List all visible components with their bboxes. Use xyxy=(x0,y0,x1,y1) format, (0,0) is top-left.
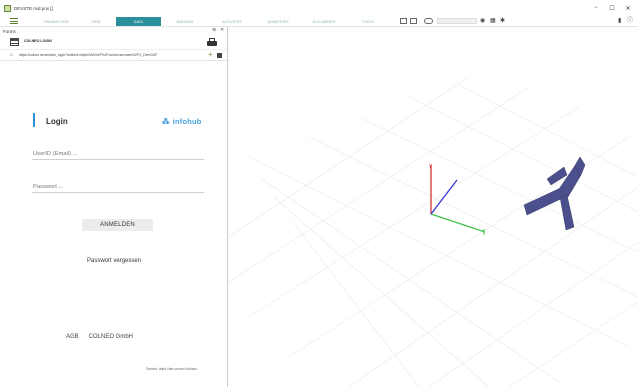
app-icon xyxy=(4,4,11,12)
infohub-logo-icon: ⁂ xyxy=(162,117,170,126)
tab-documents[interactable]: DOCUMENTS xyxy=(302,17,346,26)
url-bar: ⌂ https://colneo.services/ix_login?redir… xyxy=(0,50,227,61)
toolbar-input[interactable] xyxy=(437,18,477,24)
company-link[interactable]: COLNEO GmbH xyxy=(89,334,133,340)
grid-icon[interactable] xyxy=(400,18,407,24)
info-icon[interactable]: ⓘ xyxy=(627,17,633,26)
pin-icon[interactable]: ⊕ xyxy=(212,27,216,33)
panel-icon[interactable]: ▮ xyxy=(618,17,621,26)
axis-y-label: y xyxy=(429,163,432,169)
maximize-button[interactable]: ☐ xyxy=(604,0,620,16)
password-underline xyxy=(32,192,204,193)
forms-panel: Forms ⊕ ✕ COLNEO LOGIN ⌂ https://colneo.… xyxy=(0,27,228,387)
monitor-icon[interactable] xyxy=(410,18,417,24)
ribbon-toolbar: TRANSACTION VIEW DATA BUILDING ACTIVITIE… xyxy=(0,16,638,27)
tab-tools[interactable]: TOOLS xyxy=(348,17,388,26)
footer-links: AGB COLNEO GmbH xyxy=(66,334,133,340)
title-bar: DEVSTE mid.pos [] xyxy=(0,0,638,16)
login-accent-bar xyxy=(33,113,35,127)
add-icon[interactable]: + xyxy=(208,50,213,60)
layers-icon[interactable]: ▦ xyxy=(490,17,496,26)
axis-x xyxy=(430,213,486,233)
tab-building[interactable]: BUILDING xyxy=(163,17,207,26)
tab-transaction[interactable]: TRANSACTION xyxy=(36,17,76,26)
menu-icon[interactable] xyxy=(10,18,18,24)
infohub-logo-text: infohub xyxy=(172,117,202,126)
3d-viewport[interactable]: y xyxy=(229,27,638,387)
tab-activities[interactable]: ACTIVITIES xyxy=(210,17,254,26)
tab-quantities[interactable]: QUANTITIES xyxy=(256,17,300,26)
userid-input[interactable]: UserID (Email) ... xyxy=(33,151,77,157)
form-name: COLNEO LOGIN xyxy=(24,39,52,43)
agb-link[interactable]: AGB xyxy=(66,334,79,340)
form-icon xyxy=(10,38,19,46)
printer-icon[interactable] xyxy=(207,38,217,46)
ground-grid xyxy=(229,76,638,387)
minimize-button[interactable]: − xyxy=(588,0,604,16)
userid-underline xyxy=(32,159,204,160)
eye-icon[interactable]: ◉ xyxy=(480,17,485,26)
tab-view[interactable]: VIEW xyxy=(78,17,114,26)
save-icon[interactable] xyxy=(217,53,222,58)
panel-close-icon[interactable]: ✕ xyxy=(220,27,224,33)
password-input[interactable]: Passwort ... xyxy=(33,184,63,190)
panel-header: Forms ⊕ ✕ xyxy=(0,27,227,35)
login-title: Login xyxy=(46,117,68,126)
form-selector[interactable]: COLNEO LOGIN xyxy=(0,35,227,50)
service-url: Service: https://dev.colneo.info/iam xyxy=(146,367,197,371)
close-button[interactable]: ✕ xyxy=(620,0,636,16)
tab-data[interactable]: DATA xyxy=(116,17,161,26)
home-icon[interactable]: ⌂ xyxy=(10,52,13,58)
forgot-password-link[interactable]: Passwort vergessen xyxy=(87,258,141,264)
axis-z xyxy=(430,179,458,215)
infohub-logo: ⁂ infohub xyxy=(162,117,202,126)
url-text[interactable]: https://colneo.services/ix_login?redirec… xyxy=(19,53,187,57)
view-icon[interactable] xyxy=(424,18,433,24)
login-button[interactable]: ANMELDEN xyxy=(82,219,153,231)
window-title: DEVSTE mid.pos [] xyxy=(14,5,53,11)
panel-title: Forms xyxy=(3,28,16,34)
3d-model[interactable] xyxy=(523,156,586,231)
settings-icon[interactable]: ✱ xyxy=(500,17,505,26)
viewport-canvas[interactable]: y xyxy=(229,27,638,387)
